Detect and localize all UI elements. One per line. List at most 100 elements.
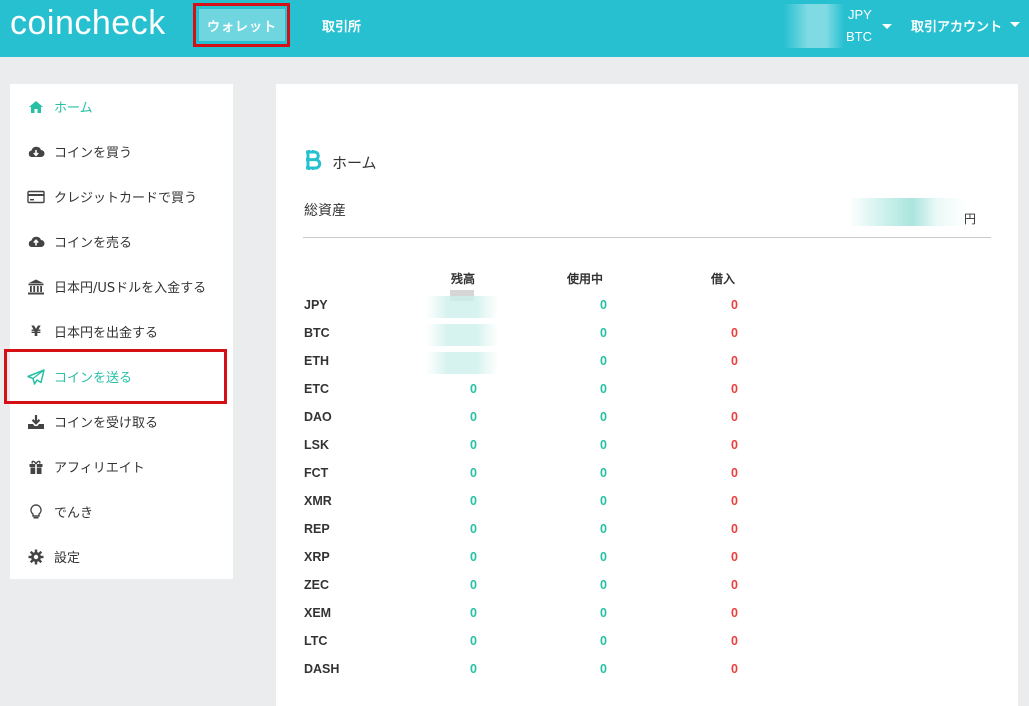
total-assets-label: 総資産 [304, 203, 346, 219]
in-use-value: 0 [600, 662, 607, 676]
coin-name: DAO [304, 410, 332, 424]
loan-value: 0 [731, 326, 738, 340]
nav-wallet[interactable]: ウォレット [199, 9, 285, 41]
in-use-value: 0 [600, 606, 607, 620]
balance-value: 0 [470, 466, 477, 480]
sidebar-item-label: コインを買う [54, 146, 133, 161]
total-assets-unit: 円 [964, 212, 977, 226]
home-icon [10, 100, 54, 114]
loan-value: 0 [731, 494, 738, 508]
yen-icon: ¥ [31, 323, 41, 340]
sidebar-item-affiliate[interactable]: アフィリエイト [10, 444, 233, 489]
loan-value: 0 [731, 634, 738, 648]
loan-value: 0 [731, 550, 738, 564]
balance-value: 0 [470, 438, 477, 452]
currency-btc[interactable]: BTC [846, 29, 872, 44]
coin-name: XEM [304, 606, 332, 620]
coin-name: REP [304, 522, 330, 536]
sidebar-item-label: コインを受け取る [54, 416, 159, 431]
coin-name: DASH [304, 662, 340, 676]
in-use-value: 0 [600, 354, 607, 368]
loan-value: 0 [731, 298, 738, 312]
coin-name: XRP [304, 550, 330, 564]
in-use-value: 0 [600, 578, 607, 592]
table-row: JPY 0 0 [276, 296, 1018, 326]
sidebar-item-buy-coin[interactable]: コインを買う [10, 129, 233, 174]
table-row: ZEC 0 0 0 [276, 578, 1018, 606]
sidebar-item-label: クレジットカードで買う [54, 191, 198, 206]
total-assets-value-redacted [848, 198, 966, 226]
balance-value: 0 [470, 522, 477, 536]
in-use-value: 0 [600, 634, 607, 648]
column-header-balance: 残高 [451, 272, 476, 286]
account-menu[interactable]: 取引アカウント [911, 16, 1002, 35]
page-title: ホーム [332, 153, 377, 172]
sidebar-item-label: コインを売る [54, 236, 133, 251]
in-use-value: 0 [600, 522, 607, 536]
balance-value: 0 [470, 410, 477, 424]
in-use-value: 0 [600, 438, 607, 452]
table-row: ETH 0 0 [276, 352, 1018, 382]
coin-name: ETH [304, 354, 329, 368]
sidebar-item-home[interactable]: ホーム [10, 84, 233, 129]
balance-value: 0 [470, 382, 477, 396]
balance-value: 0 [470, 634, 477, 648]
loan-value: 0 [731, 354, 738, 368]
lightbulb-icon [10, 503, 54, 520]
sidebar-item-withdraw[interactable]: ¥ 日本円を出金する [10, 309, 233, 354]
table-row: ETC 0 0 0 [276, 382, 1018, 410]
table-row: DASH 0 0 0 [276, 662, 1018, 690]
coincheck-logo[interactable]: coincheck [10, 4, 166, 43]
coin-name: ETC [304, 382, 329, 396]
currency-jpy[interactable]: JPY [848, 7, 872, 22]
header-balance-redacted [784, 4, 844, 48]
sidebar-item-label: 日本円/USドルを入金する [54, 281, 207, 296]
table-row: LSK 0 0 0 [276, 438, 1018, 466]
column-header-loan: 借入 [711, 272, 736, 286]
top-bar: coincheck ウォレット 取引所 JPY BTC 取引アカウント [0, 0, 1029, 57]
account-chevron-down-icon[interactable] [1010, 22, 1020, 27]
loan-value: 0 [731, 410, 738, 424]
column-header-in-use: 使用中 [567, 272, 604, 286]
main-panel: ホーム 総資産 円 残高 使用中 借入 JPY 0 0 BTC 0 0 ETH … [276, 84, 1018, 706]
sidebar-item-settings[interactable]: 設定 [10, 534, 233, 579]
divider [303, 237, 991, 238]
balance-value: 0 [470, 550, 477, 564]
sidebar-item-credit-card[interactable]: クレジットカードで買う [10, 174, 233, 219]
in-use-value: 0 [600, 410, 607, 424]
loan-value: 0 [731, 438, 738, 452]
nav-exchange[interactable]: 取引所 [322, 16, 361, 35]
loan-value: 0 [731, 466, 738, 480]
table-row: FCT 0 0 0 [276, 466, 1018, 494]
cloud-download-icon [10, 145, 54, 159]
coin-name: FCT [304, 466, 329, 480]
sidebar-item-deposit[interactable]: 日本円/USドルを入金する [10, 264, 233, 309]
in-use-value: 0 [600, 494, 607, 508]
table-row: XEM 0 0 0 [276, 606, 1018, 634]
in-use-value: 0 [600, 550, 607, 564]
balance-value-redacted [426, 296, 498, 318]
table-row: BTC 0 0 [276, 324, 1018, 354]
sidebar-item-receive-coin[interactable]: コインを受け取る [10, 399, 233, 444]
table-row: XMR 0 0 0 [276, 494, 1018, 522]
currency-chevron-down-icon[interactable] [882, 24, 892, 29]
gift-icon [10, 459, 54, 475]
table-row: XRP 0 0 0 [276, 550, 1018, 578]
loan-value: 0 [731, 606, 738, 620]
loan-value: 0 [731, 662, 738, 676]
coin-name: LSK [304, 438, 329, 452]
sidebar-item-denki[interactable]: でんき [10, 489, 233, 534]
sidebar-item-label: 設定 [54, 551, 81, 566]
sidebar-item-label: でんき [54, 506, 94, 521]
coin-name: LTC [304, 634, 328, 648]
balance-value: 0 [470, 606, 477, 620]
sidebar-item-label: 日本円を出金する [54, 326, 159, 341]
credit-card-icon [10, 190, 54, 204]
table-row: DAO 0 0 0 [276, 410, 1018, 438]
balance-value: 0 [470, 662, 477, 676]
cloud-upload-icon [10, 235, 54, 249]
coin-name: BTC [304, 326, 330, 340]
sidebar-item-label: アフィリエイト [54, 461, 145, 476]
send-coin-highlight-outline [4, 349, 227, 404]
sidebar-item-sell-coin[interactable]: コインを売る [10, 219, 233, 264]
